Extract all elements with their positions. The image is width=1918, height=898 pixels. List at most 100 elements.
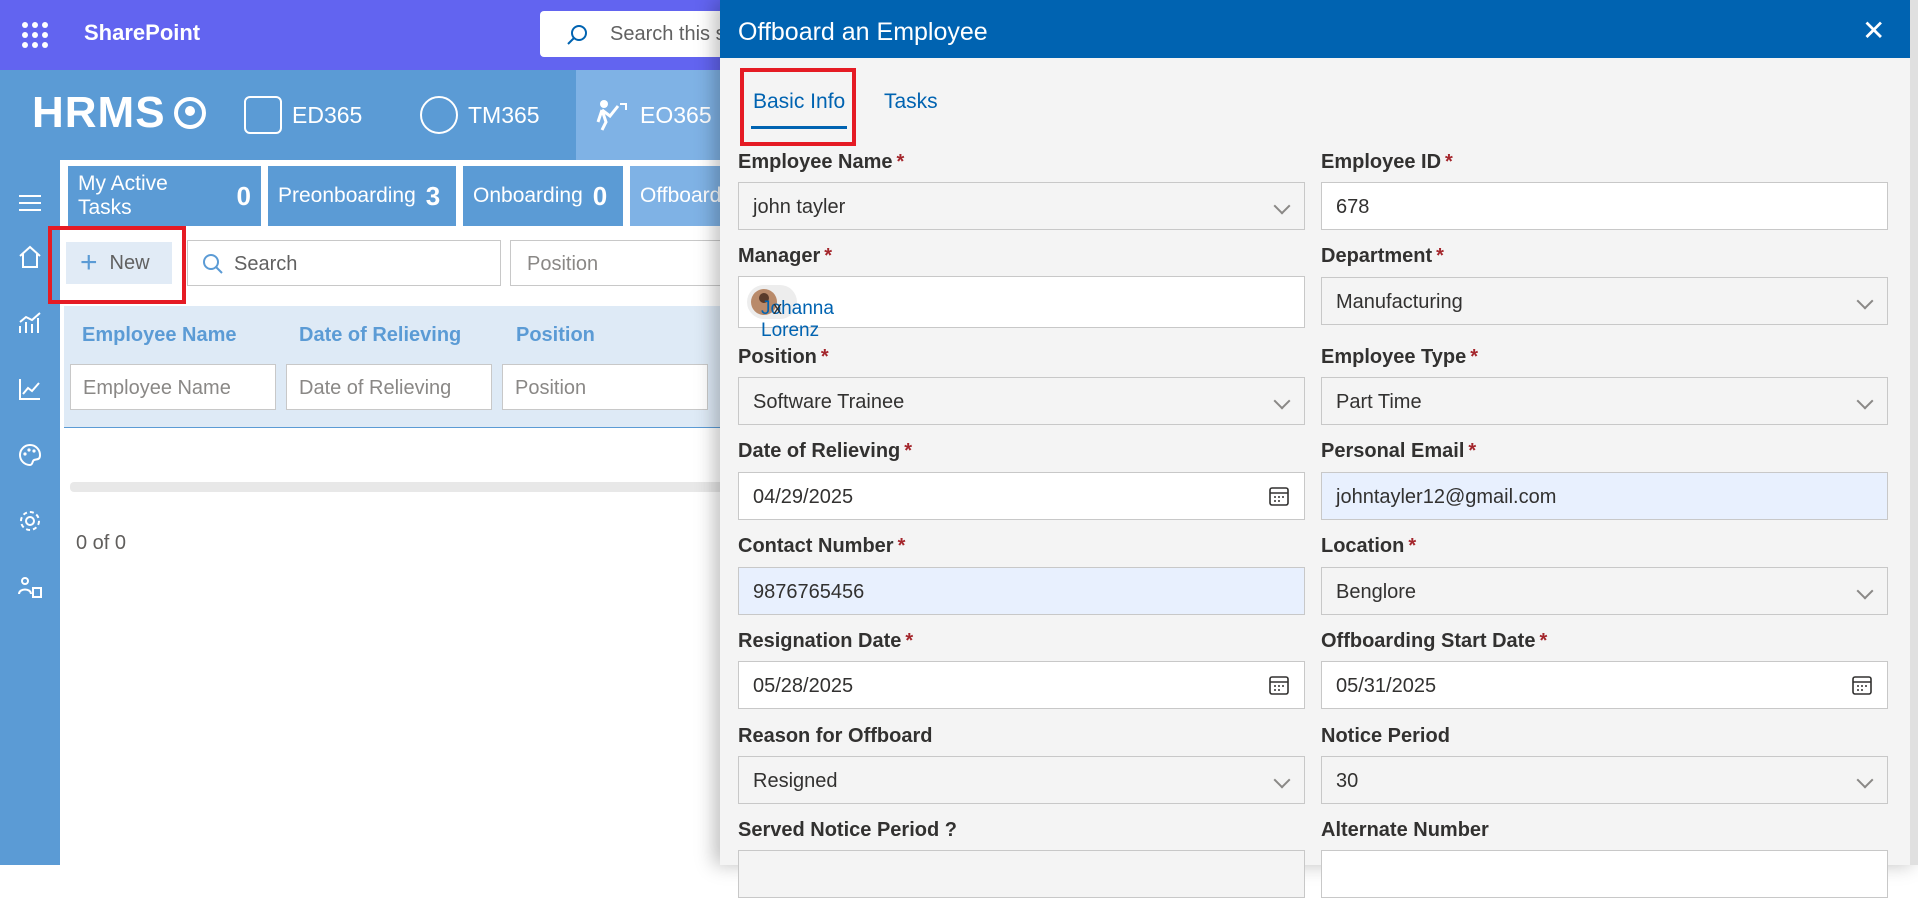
nav-eo365[interactable]: EO365 <box>576 70 736 160</box>
app-launcher-icon[interactable] <box>22 22 48 48</box>
personal-email-input[interactable]: johntayler12@gmail.com <box>1321 472 1888 520</box>
highlight-box-basic-info <box>740 68 856 146</box>
filter-position[interactable]: Position <box>502 364 708 410</box>
reason-for-offboard-value: Resigned <box>753 770 838 792</box>
resignation-date-picker[interactable]: 05/28/2025 <box>738 661 1305 709</box>
remove-manager-button[interactable]: x <box>773 298 782 319</box>
palette-icon[interactable] <box>17 442 43 468</box>
filter-employee-name-placeholder: Employee Name <box>83 377 231 399</box>
tab-preonboarding[interactable]: Preonboarding 3 <box>268 166 456 226</box>
served-notice-period-label: Served Notice Period ? <box>738 819 957 841</box>
tab-preonboarding-count: 3 <box>425 180 441 211</box>
personal-email-label: Personal Email * <box>1321 440 1477 462</box>
calendar-icon[interactable] <box>1268 674 1290 696</box>
alternate-number-input[interactable] <box>1321 850 1888 898</box>
record-count: 0 of 0 <box>76 532 127 554</box>
tab-my-active-tasks-label: My Active Tasks <box>78 172 168 219</box>
location-label: Location * <box>1321 535 1417 557</box>
department-label: Department * <box>1321 245 1444 267</box>
grid-header: Employee Name Date of Relieving Position… <box>64 306 734 428</box>
user-circle-icon <box>174 97 206 129</box>
sharepoint-title[interactable]: SharePoint <box>84 20 200 46</box>
served-notice-period-dropdown[interactable] <box>738 850 1305 898</box>
filter-date-of-relieving-placeholder: Date of Relieving <box>299 377 452 399</box>
tab-my-active-tasks-count: 0 <box>236 180 251 211</box>
employee-type-label: Employee Type * <box>1321 346 1479 368</box>
tab-offboarding-label: Offboard <box>640 184 722 207</box>
alternate-number-label: Alternate Number <box>1321 819 1489 841</box>
location-value: Benglore <box>1336 581 1417 603</box>
tab-my-active-tasks[interactable]: My Active Tasks 0 <box>68 166 261 226</box>
contact-number-label: Contact Number * <box>738 535 906 557</box>
manager-people-picker[interactable]: Johanna Lorenz x <box>738 276 1305 341</box>
tab-preonboarding-label: Preonboarding <box>278 184 416 207</box>
filter-employee-name[interactable]: Employee Name <box>70 364 276 410</box>
search-icon <box>567 25 587 45</box>
nav-tm365[interactable]: TM365 <box>420 70 540 160</box>
department-value: Manufacturing <box>1336 291 1463 313</box>
manager-name: Johanna Lorenz <box>761 298 834 341</box>
department-dropdown[interactable]: Manufacturing <box>1321 277 1888 325</box>
position-value: Software Trainee <box>753 391 905 413</box>
filter-position-placeholder: Position <box>515 377 587 399</box>
employee-name-label: Employee Name * <box>738 151 905 173</box>
exit-person-icon <box>592 96 630 134</box>
employee-id-input[interactable]: 678 <box>1321 182 1888 230</box>
resignation-date-label: Resignation Date * <box>738 630 914 652</box>
people-icon[interactable] <box>17 574 43 600</box>
tab-onboarding-count: 0 <box>592 180 608 211</box>
analytics-icon[interactable] <box>17 310 43 336</box>
column-header-position[interactable]: Position <box>516 324 595 347</box>
calendar-icon[interactable] <box>1851 674 1873 696</box>
grid-horizontal-scrollbar[interactable] <box>70 482 730 492</box>
tab-tasks[interactable]: Tasks <box>884 90 938 114</box>
hamburger-menu-icon[interactable] <box>17 190 43 216</box>
date-of-relieving-value: 04/29/2025 <box>753 486 854 508</box>
task-icon <box>420 96 458 134</box>
panel-title: Offboard an Employee <box>738 18 988 46</box>
position-filter-placeholder: Position <box>527 253 599 275</box>
chevron-down-icon <box>1273 392 1291 410</box>
position-filter-dropdown[interactable]: Position <box>510 240 730 286</box>
location-dropdown[interactable]: Benglore <box>1321 567 1888 615</box>
column-header-date-of-relieving[interactable]: Date of Relieving <box>299 324 461 347</box>
date-of-relieving-picker[interactable]: 04/29/2025 <box>738 472 1305 520</box>
nav-eo365-label: EO365 <box>640 101 712 128</box>
list-search-placeholder: Search <box>234 253 298 275</box>
hrms-logo: HRMS <box>32 88 166 137</box>
employee-name-dropdown[interactable]: john tayler <box>738 182 1305 230</box>
offboarding-start-date-label: Offboarding Start Date * <box>1321 630 1548 652</box>
offboarding-start-date-value: 05/31/2025 <box>1336 675 1437 697</box>
manager-persona-chip[interactable]: Johanna Lorenz x <box>747 285 834 341</box>
calendar-icon[interactable] <box>1268 485 1290 507</box>
trend-chart-icon[interactable] <box>17 376 43 402</box>
chevron-down-icon <box>1856 582 1874 600</box>
contact-number-input[interactable]: 9876765456 <box>738 567 1305 615</box>
employee-type-value: Part Time <box>1336 391 1422 413</box>
filter-date-of-relieving[interactable]: Date of Relieving <box>286 364 492 410</box>
tab-offboarding[interactable]: Offboard <box>630 166 730 226</box>
close-icon[interactable]: ✕ <box>1862 14 1885 47</box>
site-search-placeholder: Search this s <box>610 23 726 45</box>
notice-period-dropdown[interactable]: 30 <box>1321 756 1888 804</box>
offboarding-start-date-picker[interactable]: 05/31/2025 <box>1321 661 1888 709</box>
reason-for-offboard-dropdown[interactable]: Resigned <box>738 756 1305 804</box>
column-header-employee-name[interactable]: Employee Name <box>82 324 237 347</box>
resignation-date-value: 05/28/2025 <box>753 675 854 697</box>
employee-name-value: john tayler <box>753 196 846 218</box>
chevron-down-icon <box>1273 771 1291 789</box>
nav-ed365-label: ED365 <box>292 101 363 128</box>
nav-tm365-label: TM365 <box>468 101 540 128</box>
home-icon[interactable] <box>17 244 43 270</box>
chevron-down-icon <box>1856 292 1874 310</box>
gear-icon[interactable] <box>17 508 43 534</box>
employee-id-label: Employee ID * <box>1321 151 1453 173</box>
position-dropdown[interactable]: Software Trainee <box>738 377 1305 425</box>
list-search-input[interactable]: Search <box>187 240 501 286</box>
date-of-relieving-label: Date of Relieving * <box>738 440 913 462</box>
tab-onboarding[interactable]: Onboarding 0 <box>463 166 623 226</box>
nav-ed365[interactable]: ED365 <box>244 70 362 160</box>
employee-type-dropdown[interactable]: Part Time <box>1321 377 1888 425</box>
panel-vertical-scrollbar[interactable] <box>1910 0 1918 865</box>
directory-icon <box>244 96 282 134</box>
